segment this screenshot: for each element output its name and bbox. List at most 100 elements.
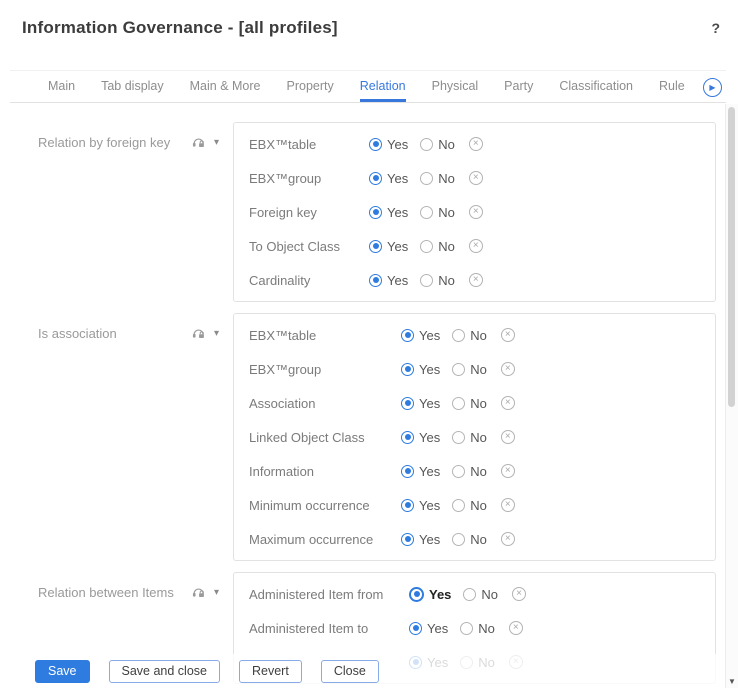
- clear-icon[interactable]: ×: [469, 239, 483, 253]
- radio-no-circle[interactable]: [452, 465, 465, 478]
- tab-property[interactable]: Property: [287, 71, 334, 102]
- radio-yes[interactable]: Yes: [369, 273, 408, 288]
- radio-yes-circle[interactable]: [369, 240, 382, 253]
- radio-no-circle[interactable]: [460, 622, 473, 635]
- radio-no-label: No: [438, 273, 455, 288]
- radio-no[interactable]: No: [420, 171, 455, 186]
- tab-rule[interactable]: Rule: [659, 71, 685, 102]
- radio-yes[interactable]: Yes: [401, 464, 440, 479]
- radio-yes-circle[interactable]: [369, 172, 382, 185]
- radio-no-circle[interactable]: [420, 172, 433, 185]
- radio-yes[interactable]: Yes: [369, 171, 408, 186]
- access-lock-icon[interactable]: [192, 327, 205, 340]
- radio-yes[interactable]: Yes: [401, 430, 440, 445]
- help-icon[interactable]: ?: [711, 20, 720, 36]
- radio-yes-circle[interactable]: [409, 622, 422, 635]
- radio-yes-circle[interactable]: [409, 587, 424, 602]
- window-header: Information Governance - [all profiles] …: [0, 0, 738, 56]
- clear-icon[interactable]: ×: [469, 273, 483, 287]
- radio-yes[interactable]: Yes: [401, 498, 440, 513]
- option-row-linked-object-class: Linked Object ClassYesNo×: [249, 420, 715, 454]
- chevron-down-icon[interactable]: ▾: [214, 587, 219, 598]
- radio-yes[interactable]: Yes: [369, 205, 408, 220]
- radio-no[interactable]: No: [452, 464, 487, 479]
- radio-yes-circle[interactable]: [401, 499, 414, 512]
- radio-no-circle[interactable]: [452, 329, 465, 342]
- radio-yes[interactable]: Yes: [401, 396, 440, 411]
- clear-icon[interactable]: ×: [501, 362, 515, 376]
- tab-main[interactable]: Main: [48, 71, 75, 102]
- radio-yes[interactable]: Yes: [369, 239, 408, 254]
- radio-no[interactable]: No: [460, 621, 495, 636]
- access-lock-icon[interactable]: [192, 586, 205, 599]
- save-button[interactable]: Save: [35, 660, 90, 683]
- radio-yes[interactable]: Yes: [401, 362, 440, 377]
- radio-no[interactable]: No: [452, 396, 487, 411]
- scroll-down-arrow[interactable]: ▼: [726, 677, 738, 686]
- clear-icon[interactable]: ×: [469, 171, 483, 185]
- radio-no-circle[interactable]: [420, 274, 433, 287]
- scrollbar-thumb[interactable]: [728, 107, 735, 407]
- tab-party[interactable]: Party: [504, 71, 533, 102]
- radio-no[interactable]: No: [452, 328, 487, 343]
- radio-yes[interactable]: Yes: [409, 621, 448, 636]
- save-and-close-button[interactable]: Save and close: [109, 660, 220, 683]
- radio-no[interactable]: No: [420, 273, 455, 288]
- radio-yes[interactable]: Yes: [401, 328, 440, 343]
- clear-icon[interactable]: ×: [512, 587, 526, 601]
- radio-no[interactable]: No: [420, 137, 455, 152]
- clear-icon[interactable]: ×: [509, 621, 523, 635]
- radio-yes[interactable]: Yes: [409, 587, 451, 602]
- radio-no-circle[interactable]: [452, 431, 465, 444]
- clear-icon[interactable]: ×: [501, 532, 515, 546]
- radio-yes-circle[interactable]: [401, 397, 414, 410]
- tab-main-more[interactable]: Main & More: [190, 71, 261, 102]
- radio-yes-circle[interactable]: [401, 533, 414, 546]
- radio-no-circle[interactable]: [452, 533, 465, 546]
- clear-icon[interactable]: ×: [501, 464, 515, 478]
- radio-yes-circle[interactable]: [369, 206, 382, 219]
- chevron-down-icon[interactable]: ▾: [214, 328, 219, 339]
- clear-icon[interactable]: ×: [501, 328, 515, 342]
- radio-yes-circle[interactable]: [369, 138, 382, 151]
- radio-yes[interactable]: Yes: [369, 137, 408, 152]
- vertical-scrollbar[interactable]: ▼: [725, 104, 738, 688]
- radio-no[interactable]: No: [420, 205, 455, 220]
- radio-yes-circle[interactable]: [401, 329, 414, 342]
- radio-yes-circle[interactable]: [369, 274, 382, 287]
- radio-no-circle[interactable]: [452, 397, 465, 410]
- radio-no[interactable]: No: [452, 362, 487, 377]
- radio-no-circle[interactable]: [420, 206, 433, 219]
- revert-button[interactable]: Revert: [239, 660, 302, 683]
- chevron-down-icon[interactable]: ▾: [214, 137, 219, 148]
- radio-no-circle[interactable]: [452, 499, 465, 512]
- close-button[interactable]: Close: [321, 660, 379, 683]
- clear-icon[interactable]: ×: [501, 430, 515, 444]
- tab-tab-display[interactable]: Tab display: [101, 71, 164, 102]
- tab-classification[interactable]: Classification: [559, 71, 633, 102]
- radio-no-circle[interactable]: [420, 138, 433, 151]
- tab-physical[interactable]: Physical: [432, 71, 479, 102]
- clear-icon[interactable]: ×: [501, 498, 515, 512]
- radio-no[interactable]: No: [420, 239, 455, 254]
- row-label: EBX™table: [249, 137, 369, 152]
- tab-overflow-icon[interactable]: ▶: [703, 78, 722, 97]
- radio-yes-circle[interactable]: [401, 465, 414, 478]
- clear-icon[interactable]: ×: [501, 396, 515, 410]
- access-lock-icon[interactable]: [192, 136, 205, 149]
- clear-icon[interactable]: ×: [469, 205, 483, 219]
- radio-no-circle[interactable]: [420, 240, 433, 253]
- clear-icon[interactable]: ×: [469, 137, 483, 151]
- radio-no[interactable]: No: [452, 430, 487, 445]
- radio-no[interactable]: No: [463, 587, 498, 602]
- option-row-ebx-table: EBX™tableYes No ×: [249, 127, 715, 161]
- option-row-maximum-occurrence: Maximum occurrenceYesNo×: [249, 522, 715, 556]
- radio-yes[interactable]: Yes: [401, 532, 440, 547]
- radio-yes-circle[interactable]: [401, 431, 414, 444]
- radio-no[interactable]: No: [452, 498, 487, 513]
- tab-relation[interactable]: Relation: [360, 71, 406, 102]
- radio-no[interactable]: No: [452, 532, 487, 547]
- radio-no-circle[interactable]: [463, 588, 476, 601]
- radio-no-circle[interactable]: [452, 363, 465, 376]
- radio-yes-circle[interactable]: [401, 363, 414, 376]
